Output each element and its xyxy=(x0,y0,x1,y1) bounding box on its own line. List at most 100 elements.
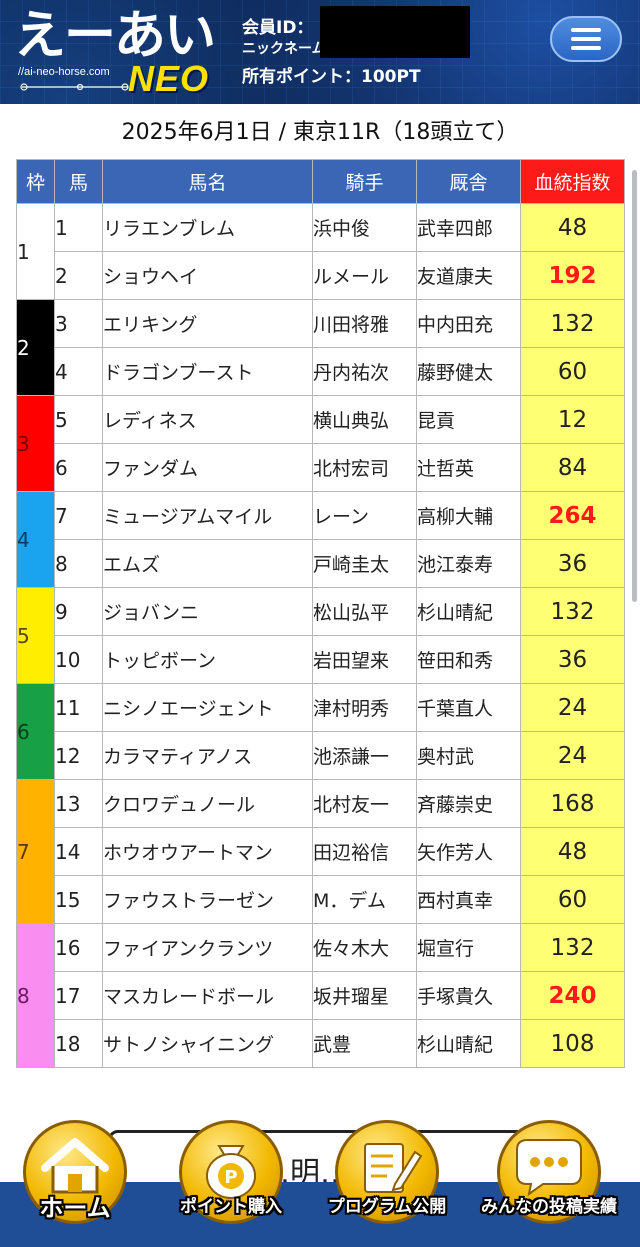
table-row: 18 サトノシャイニング 武豊 杉山晴紀 108 xyxy=(17,1019,625,1068)
pedigree-index-cell: 60 xyxy=(520,875,625,924)
table-row: 12 カラマティアノス 池添謙一 奥村武 24 xyxy=(17,731,625,780)
document-edit-icon xyxy=(364,1143,423,1193)
horse-number-cell: 5 xyxy=(54,395,103,444)
coin-bag-icon: P xyxy=(206,1145,256,1199)
jockey-cell: 津村明秀 xyxy=(312,683,417,732)
race-table: 枠 馬 馬名 騎手 厩舎 血統指数 1 1 リラエンブレム 浜中俊 武幸四郎 48 2 ショウ… xyxy=(16,159,625,1068)
horse-name-cell: エムズ xyxy=(102,539,313,588)
horse-number-cell: 4 xyxy=(54,347,103,396)
pedigree-index-cell: 84 xyxy=(520,443,625,492)
table-row: 6 ファンダム 北村宏司 辻哲英 84 xyxy=(17,443,625,492)
jockey-cell: 岩田望来 xyxy=(312,635,417,684)
jockey-cell: ルメール xyxy=(312,251,417,300)
pedigree-index-cell: 12 xyxy=(520,395,625,444)
jockey-cell: レーン xyxy=(312,491,417,540)
frame-cell: 3 xyxy=(16,395,55,492)
jockey-cell: 北村友一 xyxy=(312,779,417,828)
pedigree-index-cell: 132 xyxy=(520,587,625,636)
horse-name-cell: ニシノエージェント xyxy=(102,683,313,732)
horse-name-cell: ファウストラーゼン xyxy=(102,875,313,924)
horse-name-cell: サトノシャイニング xyxy=(102,1019,313,1068)
jockey-cell: M．デム xyxy=(312,875,417,924)
pedigree-index-cell: 168 xyxy=(520,779,625,828)
horse-name-cell: リラエンブレム xyxy=(102,203,313,252)
header-frame: 枠 xyxy=(16,159,55,204)
horse-name-cell: ショウヘイ xyxy=(102,251,313,300)
pedigree-index-cell: 264 xyxy=(520,491,625,540)
trainer-cell: 高柳大輔 xyxy=(416,491,521,540)
redacted-user-info xyxy=(320,6,470,58)
svg-text:P: P xyxy=(224,1167,237,1188)
trainer-cell: 中内田充 xyxy=(416,299,521,348)
horse-number-cell: 11 xyxy=(54,683,103,732)
horse-name-cell: ミュージアムマイル xyxy=(102,491,313,540)
table-row: 1 1 リラエンブレム 浜中俊 武幸四郎 48 xyxy=(16,203,625,300)
jockey-cell: 武豊 xyxy=(312,1019,417,1068)
horse-number-cell: 7 xyxy=(54,491,103,540)
menu-bar-icon xyxy=(571,28,601,32)
menu-bar-icon xyxy=(571,46,601,50)
frame-cell: 1 xyxy=(16,203,55,300)
table-row: 4 7 ミュージアムマイル レーン 高柳大輔 264 xyxy=(16,491,625,588)
nav-home-label: ホーム xyxy=(39,1194,111,1222)
jockey-cell: 松山弘平 xyxy=(312,587,417,636)
table-row: 8 16 ファイアンクランツ 佐々木大 堀宣行 132 xyxy=(16,923,625,1068)
jockey-cell: 戸崎圭太 xyxy=(312,539,417,588)
site-url: //ai-neo-horse.com xyxy=(18,66,110,78)
scrollbar[interactable] xyxy=(632,170,637,602)
horse-number-cell: 1 xyxy=(54,203,103,252)
trainer-cell: 千葉直人 xyxy=(416,683,521,732)
site-logo[interactable]: えーあい xyxy=(14,6,216,66)
jockey-cell: 佐々木大 xyxy=(312,923,417,972)
pedigree-index-cell: 132 xyxy=(520,923,625,972)
pedigree-index-cell: 36 xyxy=(520,635,625,684)
horse-name-cell: マスカレードボール xyxy=(102,971,313,1020)
table-row: 2 3 エリキング 川田将雅 中内田充 132 xyxy=(16,299,625,396)
trainer-cell: 杉山晴紀 xyxy=(416,587,521,636)
header-horse-number: 馬 xyxy=(54,159,103,204)
pedigree-index-cell: 48 xyxy=(520,203,625,252)
horse-name-cell: ジョバンニ xyxy=(102,587,313,636)
jockey-cell: 北村宏司 xyxy=(312,443,417,492)
jockey-cell: 横山典弘 xyxy=(312,395,417,444)
table-row: 3 5 レディネス 横山典弘 昆貢 12 xyxy=(16,395,625,492)
table-row: 10 トッピボーン 岩田望来 笹田和秀 36 xyxy=(17,635,625,684)
trainer-cell: 堀宣行 xyxy=(416,923,521,972)
jockey-cell: 浜中俊 xyxy=(312,203,417,252)
race-title: 2025年6月1日 / 東京11R（18頭立て） xyxy=(121,120,519,145)
horse-number-cell: 18 xyxy=(54,1019,103,1068)
trainer-cell: 奥村武 xyxy=(416,731,521,780)
pedigree-index-cell: 48 xyxy=(520,827,625,876)
horse-number-cell: 12 xyxy=(54,731,103,780)
hamburger-menu-button[interactable] xyxy=(550,16,622,62)
menu-bar-icon xyxy=(571,37,601,41)
jockey-cell: 川田将雅 xyxy=(312,299,417,348)
trainer-cell: 矢作芳人 xyxy=(416,827,521,876)
horse-number-cell: 17 xyxy=(54,971,103,1020)
frame-cell: 4 xyxy=(16,491,55,588)
pedigree-index-cell: 24 xyxy=(520,731,625,780)
trainer-cell: 斉藤崇史 xyxy=(416,779,521,828)
frame-cell: 7 xyxy=(16,779,55,924)
header-jockey: 騎手 xyxy=(312,159,417,204)
nav-point-purchase[interactable]: P ポイント購入 xyxy=(166,1120,296,1244)
table-row: 15 ファウストラーゼン M．デム 西村真幸 60 xyxy=(17,875,625,924)
table-body: 1 1 リラエンブレム 浜中俊 武幸四郎 48 2 ショウヘイ ルメール 友道康夫 192 2 3 エリキ… xyxy=(16,203,625,1068)
header-horse-name: 馬名 xyxy=(102,159,313,204)
nav-community-posts[interactable]: みんなの投稿実績 xyxy=(481,1120,617,1244)
nav-program-release[interactable]: プログラム公開 xyxy=(322,1120,452,1244)
chat-bubble-icon xyxy=(516,1139,582,1197)
horse-number-cell: 16 xyxy=(54,923,103,972)
pedigree-index-cell: 192 xyxy=(520,251,625,300)
frame-cell: 8 xyxy=(16,923,55,1068)
horse-number-cell: 3 xyxy=(54,299,103,348)
table-row: 2 ショウヘイ ルメール 友道康夫 192 xyxy=(17,251,625,300)
pedigree-index-cell: 132 xyxy=(520,299,625,348)
trainer-cell: 西村真幸 xyxy=(416,875,521,924)
horse-name-cell: クロワデュノール xyxy=(102,779,313,828)
trainer-cell: 友道康夫 xyxy=(416,251,521,300)
horse-number-cell: 9 xyxy=(54,587,103,636)
jockey-cell: 坂井瑠星 xyxy=(312,971,417,1020)
nav-home[interactable]: ホーム xyxy=(10,1120,140,1244)
nav-point-purchase-label: ポイント購入 xyxy=(180,1197,282,1217)
